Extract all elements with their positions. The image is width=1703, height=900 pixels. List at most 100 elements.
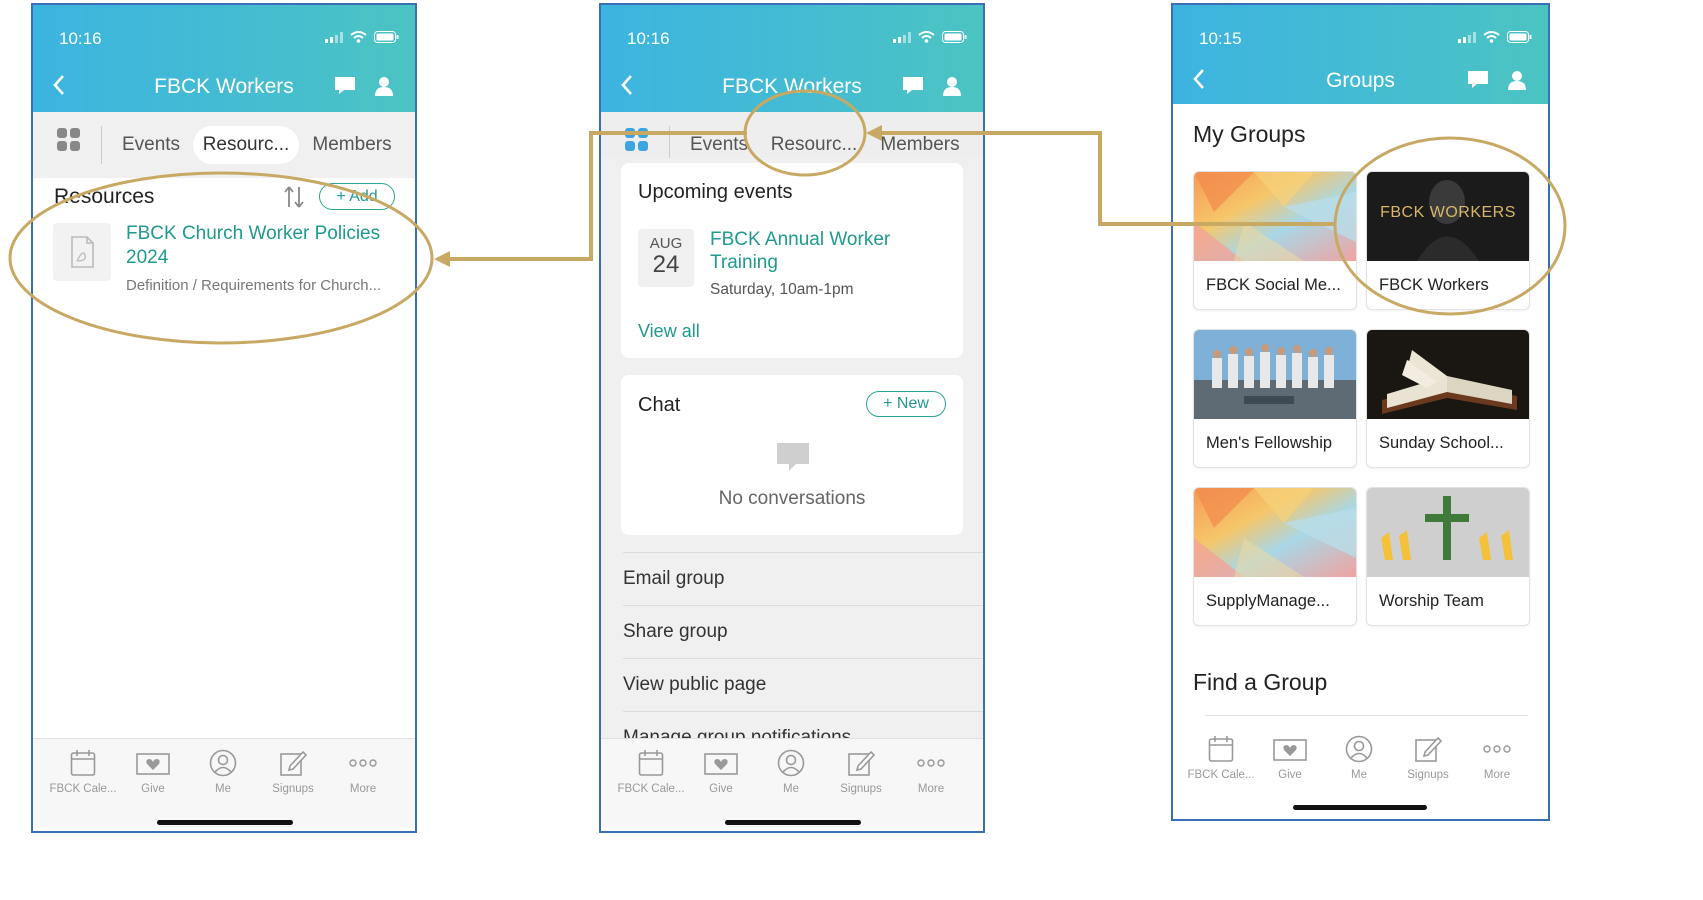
group-tile[interactable]: Men's Fellowship [1193,329,1357,468]
group-tile[interactable]: FBCK WORKERS FBCK Workers [1366,171,1530,310]
tab-events[interactable]: Events [115,126,187,164]
nav-give[interactable]: Give [113,749,193,795]
add-resource-button[interactable]: + Add [319,183,395,210]
battery-icon [1507,31,1532,43]
nav-signups[interactable]: Signups [1388,735,1468,781]
app-header: 10:16 FBCK Workers [601,5,983,112]
event-date-badge: AUG 24 [638,229,694,287]
tab-resources[interactable]: Resourc... [193,126,299,164]
wifi-icon [1483,31,1500,43]
bottom-nav: FBCK Cale... Give Me Signups More [601,738,983,827]
menu-share-group[interactable]: Share group [623,605,983,658]
group-image-bible [1367,330,1529,419]
phone-resources: 10:16 FBCK Workers Events Resourc... Mem… [31,3,417,833]
resources-heading: Resources [54,185,155,208]
nav-label: Me [215,783,231,795]
resource-item[interactable]: FBCK Church Worker Policies 2024 Definit… [53,223,403,303]
home-indicator [157,820,293,825]
nav-label: More [917,783,945,795]
my-groups-heading: My Groups [1193,121,1306,147]
nav-give[interactable]: Give [681,749,761,795]
give-icon [1273,739,1307,761]
group-menu: Email group Share group View public page… [601,552,983,738]
phone-groups: 10:15 Groups My Groups FBCK Social Me... [1171,3,1550,821]
nav-label: FBCK Cale... [1187,769,1255,781]
new-chat-button[interactable]: + New [866,391,946,417]
home-indicator [725,820,861,825]
profile-icon[interactable] [1508,70,1526,90]
divider [1205,715,1528,716]
status-time: 10:15 [1199,29,1242,48]
event-month: AUG [649,235,683,252]
event-title-line1[interactable]: FBCK Annual Worker [710,229,890,251]
group-image-lowpoly [1194,488,1356,577]
more-icon [349,759,377,767]
profile-icon [777,749,805,777]
sort-icon[interactable] [283,185,305,209]
nav-label: More [1483,769,1511,781]
group-tile[interactable]: Worship Team [1366,487,1530,626]
chat-card: Chat + New No conversations [621,375,963,535]
signup-icon [280,750,307,776]
nav-me[interactable]: Me [183,749,263,795]
group-name: Men's Fellowship [1206,434,1333,452]
wifi-icon [918,31,935,43]
group-image-mens [1194,330,1356,419]
upcoming-events-card: Upcoming events AUG 24 FBCK Annual Worke… [621,163,963,358]
group-name: Sunday School... [1379,434,1504,452]
profile-icon[interactable] [375,76,393,96]
grid-icon[interactable] [625,128,649,152]
group-tile[interactable]: FBCK Social Me... [1193,171,1357,310]
nav-label: Me [783,783,799,795]
group-tile[interactable]: SupplyManage... [1193,487,1357,626]
nav-give[interactable]: Give [1250,735,1330,781]
menu-email-group[interactable]: Email group [623,552,983,605]
nav-more[interactable]: More [891,749,971,795]
signup-icon [848,750,875,776]
group-tabs: Events Resourc... Members [33,112,415,178]
group-name: SupplyManage... [1206,592,1330,610]
nav-calendar[interactable]: FBCK Cale... [1181,735,1261,781]
nav-more[interactable]: More [1457,735,1537,781]
battery-icon [374,31,399,43]
chat-bubble-icon[interactable] [333,75,357,96]
more-icon [1483,745,1511,753]
bottom-nav: FBCK Cale... Give Me Signups More [33,738,415,827]
nav-calendar[interactable]: FBCK Cale... [43,749,123,795]
app-header: 10:15 Groups [1173,5,1548,104]
workers-image-overlay: FBCK WORKERS [1380,204,1516,221]
tab-divider [101,126,102,164]
wifi-icon [350,31,367,43]
nav-calendar[interactable]: FBCK Cale... [611,749,691,795]
tab-members[interactable]: Members [307,126,397,164]
nav-signups[interactable]: Signups [253,749,333,795]
view-all-link[interactable]: View all [638,321,700,342]
nav-more[interactable]: More [323,749,403,795]
header-actions [901,75,961,96]
nav-signups[interactable]: Signups [821,749,901,795]
event-title-line2[interactable]: Training [710,252,778,274]
nav-label: Me [1351,769,1367,781]
chat-bubble-icon[interactable] [901,75,925,96]
menu-view-public-page[interactable]: View public page [623,658,983,711]
menu-manage-notifications[interactable]: Manage group notifications [623,711,983,738]
profile-icon[interactable] [943,76,961,96]
pdf-file-icon [53,223,111,281]
grid-icon[interactable] [57,128,81,152]
signal-icon [893,31,911,43]
chat-bubble-icon[interactable] [1466,69,1490,90]
phone-group-home: 10:16 FBCK Workers Events Resourc... Mem… [599,3,985,833]
event-when: Saturday, 10am-1pm [710,281,854,298]
group-image-worship [1367,488,1529,577]
profile-icon [1345,735,1373,763]
status-icons [325,31,399,43]
nav-me[interactable]: Me [751,749,831,795]
find-group-heading[interactable]: Find a Group [1193,669,1327,696]
home-indicator [1293,805,1427,810]
status-icons [893,31,967,43]
signal-icon [1458,31,1476,43]
group-tile[interactable]: Sunday School... [1366,329,1530,468]
nav-me[interactable]: Me [1319,735,1399,781]
nav-label: More [349,783,377,795]
arrowhead-icon [434,251,450,267]
